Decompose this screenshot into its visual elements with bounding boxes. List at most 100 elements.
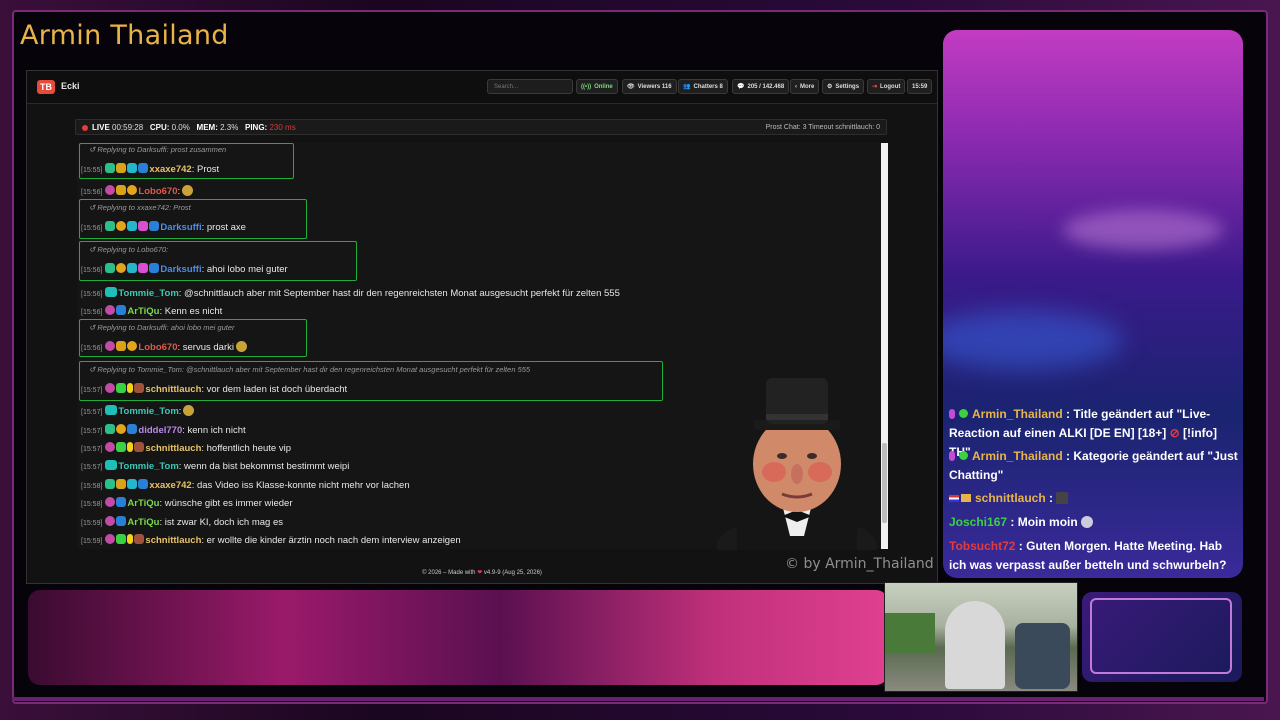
watermark: © by Armin_Thailand [785,556,934,572]
webcam-chair [1015,623,1070,689]
chat-message[interactable]: [15:58] xxaxe742: das Video iss Klasse-ko… [81,479,410,491]
emote-icon [182,185,194,196]
online-button[interactable]: ((•)) Online [576,79,618,94]
user-badge-icon [105,263,116,273]
chat-message[interactable]: [15:59] schnittlauch: er wollte die kinde… [81,534,461,546]
viewers-label: Viewers 116 [637,84,672,90]
message-text: : wenn da bist bekommst bestimmt weipi [178,461,350,472]
user-badge-icon [105,442,116,452]
logout-icon: ⇥ [872,84,878,90]
channel-name: Ecki [61,81,80,91]
settings-button[interactable]: ⚙ Settings [822,79,865,94]
message-username[interactable]: ArTiQu [127,517,159,528]
side-chat-message: schnittlauch : [949,489,1239,508]
user-badge-icon [105,405,118,415]
chat-message[interactable]: [15:56] Lobo670: [81,185,194,197]
message-text: : kenn ich nicht [182,425,246,436]
settings-label: Settings [835,84,860,90]
search-input[interactable]: Search... [487,79,573,94]
reply-context[interactable]: ↺ Replying to Lobo670: [89,245,168,254]
stream-chat-panel: Armin_Thailand : Title geändert auf "Liv… [943,30,1243,578]
message-username[interactable]: Tommie_Tom [118,406,178,417]
user-badge-icon [105,424,116,434]
emote-icon [1056,492,1069,504]
user-badge-icon [127,185,138,195]
message-username[interactable]: Darksuffi [160,264,201,275]
chat-message[interactable]: [15:57] diddel770: kenn ich nicht [81,424,246,436]
reply-context[interactable]: ↺ Replying to xxaxe742: Prost [89,203,191,212]
message-username[interactable]: schnittlauch [145,384,201,395]
message-username[interactable]: ArTiQu [127,306,159,317]
user-badge-icon [116,497,127,507]
scrollbar-thumb[interactable] [882,443,887,523]
chat-message[interactable]: [15:59] ArTiQu: ist zwar KI, doch ich mag… [81,516,283,528]
message-username[interactable]: schnittlauch [145,443,201,454]
user-badge-icon [134,383,145,393]
chat-message[interactable]: [15:57] schnittlauch: hoffentlich heute v… [81,442,291,454]
reply-text: Replying to Darksuffi: ahoi lobo mei gut… [97,323,235,332]
chat-message[interactable]: [15:57] Tommie_Tom: [81,405,195,417]
user-badge-icon [138,221,149,231]
message-text: : Kenn es nicht [159,306,223,317]
chat-message[interactable]: [15:57] Tommie_Tom: wenn da bist bekommst… [81,460,349,472]
user-badge-icon [116,185,127,195]
chat-message[interactable]: [15:56] Lobo670: servus darki [81,341,247,353]
chat-message[interactable]: [15:58] ArTiQu: wünsche gibt es immer wie… [81,497,293,509]
message-username[interactable]: Lobo670 [138,342,177,353]
logout-button[interactable]: ⇥ Logout [867,79,906,94]
message-timestamp: [15:56] [81,189,103,196]
app-logo[interactable]: TB [37,80,55,94]
message-timestamp: [15:57] [81,387,103,394]
user-badge-icon [116,221,127,231]
message-text: : ist zwar KI, doch ich mag es [159,517,283,528]
clock: 15:59 [907,79,933,94]
message-username[interactable]: schnittlauch [145,535,201,546]
status-counters: Prost Chat: 3 Timeout schnittlauch: 0 [765,124,880,131]
user-badge-icon [116,442,127,452]
chat-message[interactable]: [15:56] Tommie_Tom: @schnittlauch aber mi… [81,287,620,299]
cpu-label: CPU: [149,123,170,132]
more-button[interactable]: ‹ More [790,79,820,94]
reply-text: Replying to Tommie_Tom: @schnittlauch ab… [97,365,531,374]
message-timestamp: [15:56] [81,225,103,232]
chat-message[interactable]: [15:56] ArTiQu: Kenn es nicht [81,305,222,317]
message-username[interactable]: ArTiQu [127,498,159,509]
messages-label: 205 / 142.468 [747,84,785,90]
mic-badge-icon [949,409,955,419]
online-label: Online [594,84,613,90]
message-username[interactable]: Tommie_Tom [118,288,178,299]
message-username[interactable]: diddel770 [138,425,182,436]
verified-badge-icon [959,451,968,460]
user-badge-icon [116,263,127,273]
message-text: : prost axe [201,222,246,233]
uptime: 00:59:28 [112,123,144,132]
message-text: : servus darki [177,342,234,353]
user-badge-icon [134,442,145,452]
message-timestamp: [15:56] [81,267,103,274]
reply-context[interactable]: ↺ Replying to Darksuffi: ahoi lobo mei g… [89,323,235,332]
chat-message[interactable]: [15:56] Darksuffi: ahoi lobo mei guter [81,263,288,275]
chatters-button[interactable]: 👥 Chatters 8 [678,79,728,94]
message-username[interactable]: xxaxe742 [149,164,191,175]
message-username[interactable]: Lobo670 [138,186,177,197]
user-badge-icon [127,442,134,452]
chat-scrollbar[interactable] [881,143,888,549]
reply-text: Replying to xxaxe742: Prost [97,203,191,212]
reply-context[interactable]: ↺ Replying to Tommie_Tom: @schnittlauch … [89,365,530,374]
reply-context[interactable]: ↺ Replying to Darksuffi: prost zusammen [89,145,226,154]
message-username[interactable]: xxaxe742 [149,480,191,491]
user-badge-icon [105,185,116,195]
viewers-button[interactable]: 👁 Viewers 116 [622,79,677,94]
message-username[interactable]: Darksuffi [160,222,201,233]
chat-message[interactable]: [15:55] xxaxe742: Prost [81,163,219,175]
emote-icon [183,405,195,416]
side-chat-message: Joschi167 : Moin moin [949,513,1239,532]
user-badge-icon [105,516,116,526]
messages-button[interactable]: 💬 205 / 142.468 [732,79,790,94]
chat-message[interactable]: [15:56] Darksuffi: prost axe [81,221,246,233]
mic-badge-icon [949,451,955,461]
user-badge-icon [127,163,138,173]
chat-message[interactable]: [15:57] schnittlauch: vor dem laden ist d… [81,383,347,395]
message-username[interactable]: Tommie_Tom [118,461,178,472]
stream-title: Armin Thailand [20,20,229,51]
